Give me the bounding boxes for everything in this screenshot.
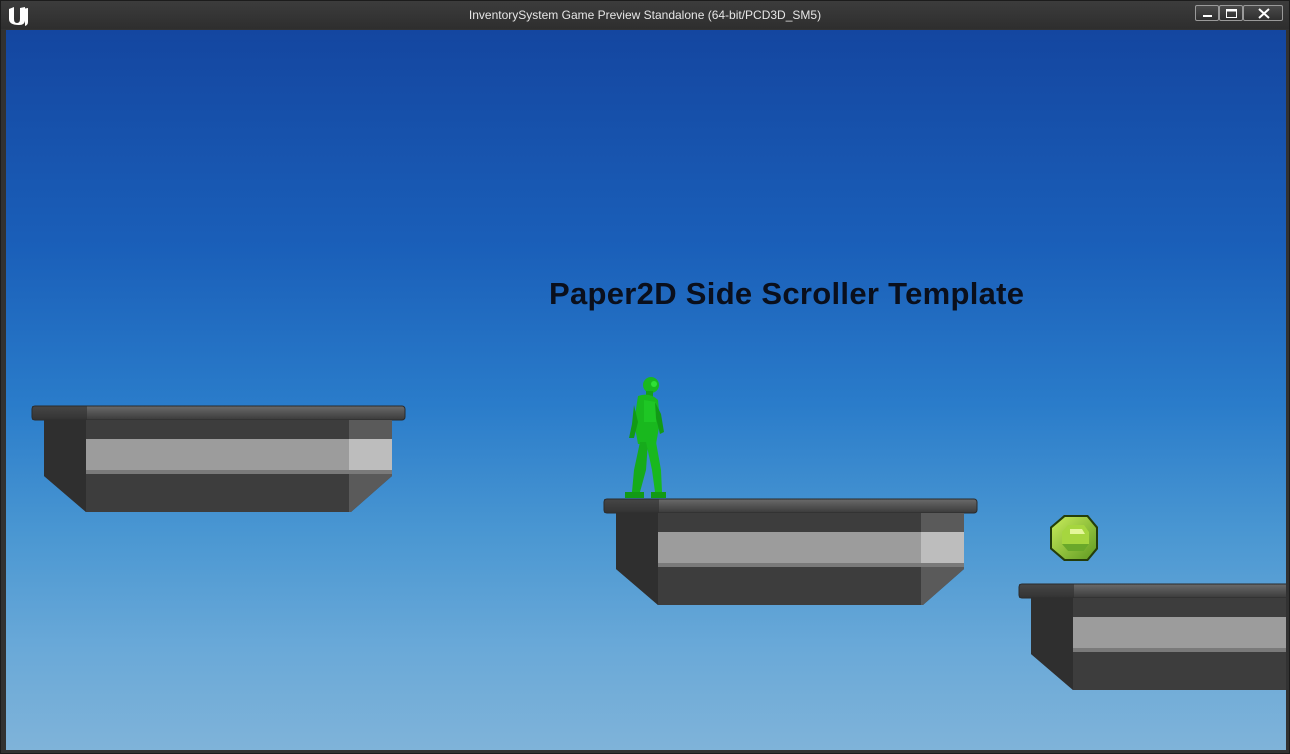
maximize-icon — [1226, 9, 1237, 18]
minimize-button[interactable] — [1195, 5, 1219, 21]
close-icon — [1258, 8, 1270, 19]
maximize-button[interactable] — [1219, 5, 1243, 21]
platform-middle — [603, 498, 978, 605]
player-character — [625, 377, 666, 498]
title-bar[interactable]: InventorySystem Game Preview Standalone … — [1, 1, 1289, 29]
window-title: InventorySystem Game Preview Standalone … — [468, 8, 822, 22]
platform-left — [31, 405, 406, 512]
game-window: InventorySystem Game Preview Standalone … — [0, 0, 1290, 754]
gem-pickup — [1050, 515, 1098, 561]
game-scene — [31, 377, 1286, 690]
game-viewport[interactable]: Paper2D Side Scroller Template — [6, 30, 1286, 750]
platform-right — [1018, 583, 1286, 690]
close-button[interactable] — [1243, 5, 1283, 21]
game-title-text: Paper2D Side Scroller Template — [549, 276, 1025, 311]
minimize-icon — [1203, 15, 1212, 17]
